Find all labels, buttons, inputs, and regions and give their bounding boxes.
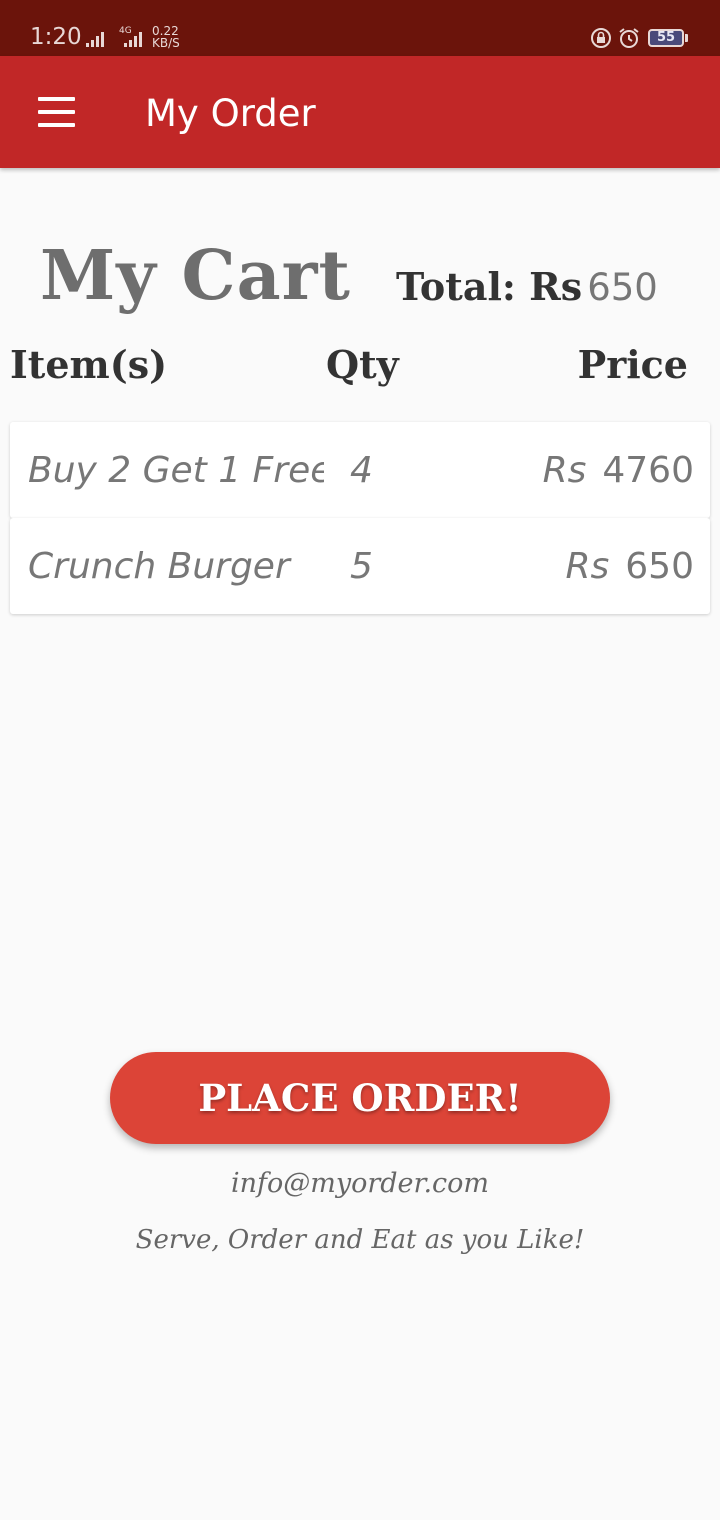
item-currency: Rs (542, 450, 587, 491)
speed-unit: KB/S (152, 36, 180, 50)
item-price: Rs 4760 (543, 448, 694, 494)
menu-icon[interactable] (38, 97, 76, 127)
total-label: Total: Rs (396, 264, 583, 309)
status-bar: 1:20 4G 0.22 KB/S 55 (0, 0, 720, 56)
column-header-items: Item(s) (10, 342, 168, 387)
cart-item[interactable]: Crunch Burger 5 Rs 650 (10, 518, 710, 614)
item-qty: 4 (350, 450, 372, 491)
item-currency: Rs (565, 546, 610, 587)
cart-list: Buy 2 Get 1 Free! 4 Rs 4760 Crunch Burger… (10, 422, 710, 614)
cart-item[interactable]: Buy 2 Get 1 Free! 4 Rs 4760 (10, 422, 710, 518)
column-header-price: Price (577, 342, 688, 387)
battery-icon: 55 (648, 29, 684, 47)
signal-icon (86, 31, 104, 47)
item-price-value: 4760 (602, 450, 694, 491)
item-name: Buy 2 Get 1 Free! (28, 450, 324, 491)
lock-rotation-icon (591, 28, 611, 48)
signal-icon-secondary (124, 31, 142, 47)
item-name: Crunch Burger (28, 546, 290, 587)
cart-total: Total: Rs 650 (396, 262, 658, 320)
item-price: Rs 650 (566, 544, 695, 590)
column-header-qty: Qty (326, 342, 399, 387)
battery-tip (685, 34, 688, 42)
status-time: 1:20 (30, 24, 82, 50)
total-value: 650 (587, 266, 658, 309)
item-qty: 5 (350, 546, 372, 587)
place-order-button[interactable]: PLACE ORDER! (110, 1052, 610, 1144)
cart-title: My Cart (40, 236, 351, 316)
network-speed: 0.22 KB/S (152, 25, 180, 49)
footer-email: info@myorder.com (230, 1168, 490, 1199)
alarm-icon (619, 28, 639, 48)
footer-tagline: Serve, Order and Eat as you Like! (135, 1225, 585, 1255)
item-price-value: 650 (625, 546, 694, 587)
page-title: My Order (145, 92, 316, 135)
app-bar: My Order (0, 56, 720, 168)
